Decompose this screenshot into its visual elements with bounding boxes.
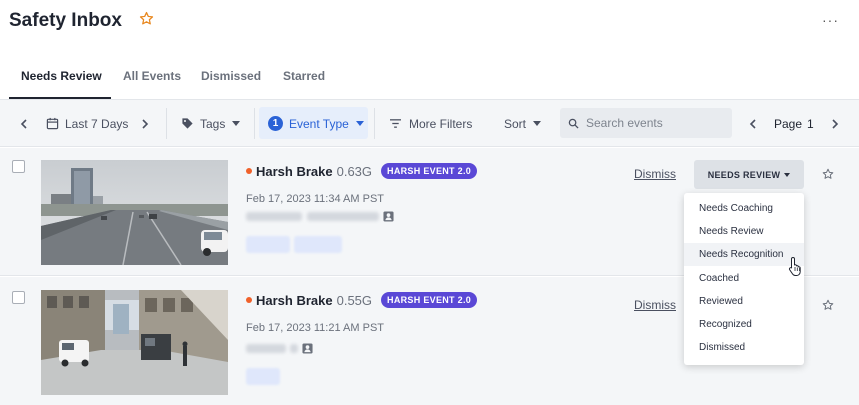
star-icon[interactable] xyxy=(822,299,834,311)
dismiss-button[interactable]: Dismiss xyxy=(634,167,676,181)
page-title: Safety Inbox xyxy=(9,10,122,31)
chevron-left-icon xyxy=(20,118,27,129)
hand-cursor-icon xyxy=(788,256,801,276)
redacted-driver-name xyxy=(246,212,302,221)
filter-lines-icon xyxy=(390,119,401,128)
row-checkbox[interactable] xyxy=(12,160,25,173)
page-number: 1 xyxy=(807,116,814,131)
star-icon[interactable] xyxy=(139,11,154,26)
page-label: Page xyxy=(774,116,803,131)
caret-down-icon xyxy=(355,121,364,126)
tab-all-events[interactable]: All Events xyxy=(123,69,181,83)
review-status-label: NEEDS REVIEW xyxy=(707,169,781,180)
event-type-badge: HARSH EVENT 2.0 xyxy=(381,163,478,179)
menu-item-needs-recognition[interactable]: Needs Recognition xyxy=(684,243,804,266)
tags-label: Tags xyxy=(200,116,226,131)
menu-item-needs-coaching[interactable]: Needs Coaching xyxy=(684,197,804,220)
redacted-tag xyxy=(294,236,342,253)
tab-bar: Needs Review All Events Dismissed Starre… xyxy=(0,58,859,100)
dismiss-button[interactable]: Dismiss xyxy=(634,298,676,312)
dashcam-image xyxy=(41,290,228,395)
event-title: Harsh Brake 0.55G HARSH EVENT 2.0 xyxy=(246,292,478,308)
menu-item-needs-review[interactable]: Needs Review xyxy=(684,220,804,243)
active-tab-indicator xyxy=(9,97,111,99)
search-input[interactable] xyxy=(586,116,726,130)
event-name: Harsh Brake xyxy=(256,163,333,179)
event-name: Harsh Brake xyxy=(256,292,333,308)
tab-dismissed[interactable]: Dismissed xyxy=(201,69,261,83)
event-severity-dot xyxy=(246,297,252,303)
toolbar-divider xyxy=(254,108,255,139)
filter-count-badge: 1 xyxy=(268,116,283,131)
date-prev-button[interactable] xyxy=(18,100,30,147)
tag-icon xyxy=(182,118,193,129)
more-options-icon[interactable]: ··· xyxy=(822,12,839,28)
caret-down-icon xyxy=(232,121,241,126)
redacted-separator xyxy=(290,344,298,353)
menu-item-dismissed[interactable]: Dismissed xyxy=(684,336,804,359)
row-checkbox[interactable] xyxy=(12,291,25,304)
driver-icon xyxy=(383,211,394,222)
more-filters-button[interactable]: More Filters xyxy=(389,100,472,147)
event-thumbnail[interactable] xyxy=(41,290,228,395)
driver-icon xyxy=(302,343,313,354)
page-next-button[interactable] xyxy=(829,100,841,147)
star-icon[interactable] xyxy=(822,168,834,180)
chevron-right-icon xyxy=(832,118,839,129)
event-type-label: Event Type xyxy=(289,116,349,131)
sort-label: Sort xyxy=(504,116,527,131)
sort-button[interactable]: Sort xyxy=(504,100,542,147)
tab-starred[interactable]: Starred xyxy=(283,69,325,83)
filter-toolbar: Last 7 Days Tags 1 Event Type More Filte… xyxy=(0,100,859,147)
tab-needs-review[interactable]: Needs Review xyxy=(21,69,102,83)
menu-item-coached[interactable]: Coached xyxy=(684,267,804,290)
event-thumbnail[interactable] xyxy=(41,160,228,265)
event-g-force: 0.55G xyxy=(336,292,373,308)
chevron-right-icon xyxy=(142,118,149,129)
toolbar-divider xyxy=(374,108,375,139)
page-header: Safety Inbox ··· xyxy=(0,0,859,56)
event-datetime: Feb 17, 2023 11:34 AM PST xyxy=(246,193,384,205)
pagination: Page 1 xyxy=(774,100,814,147)
tags-filter-button[interactable]: Tags xyxy=(181,100,241,147)
dashcam-image xyxy=(41,160,228,265)
caret-down-icon xyxy=(533,121,542,126)
menu-item-recognized[interactable]: Recognized xyxy=(684,313,804,336)
date-range-button[interactable]: Last 7 Days xyxy=(46,100,128,147)
event-type-filter[interactable]: 1 Event Type xyxy=(268,100,364,147)
redacted-tag xyxy=(246,368,280,385)
event-title: Harsh Brake 0.63G HARSH EVENT 2.0 xyxy=(246,163,478,179)
menu-item-reviewed[interactable]: Reviewed xyxy=(684,290,804,313)
event-datetime: Feb 17, 2023 11:21 AM PST xyxy=(246,322,384,334)
caret-down-icon xyxy=(784,172,791,177)
page-prev-button[interactable] xyxy=(747,100,759,147)
date-next-button[interactable] xyxy=(139,100,151,147)
more-filters-label: More Filters xyxy=(409,116,473,131)
review-status-dropdown[interactable]: NEEDS REVIEW xyxy=(694,160,804,189)
redacted-tag xyxy=(246,236,290,253)
review-status-menu: Needs Coaching Needs Review Needs Recogn… xyxy=(684,193,804,365)
event-severity-dot xyxy=(246,168,252,174)
search-box[interactable] xyxy=(560,108,732,138)
date-range-label: Last 7 Days xyxy=(65,116,129,131)
chevron-left-icon xyxy=(749,118,756,129)
event-g-force: 0.63G xyxy=(336,163,373,179)
search-icon xyxy=(568,118,579,129)
toolbar-divider xyxy=(166,108,167,139)
redacted-driver-name xyxy=(246,344,286,353)
calendar-icon xyxy=(46,117,59,130)
redacted-vehicle-name xyxy=(307,212,379,221)
event-type-badge: HARSH EVENT 2.0 xyxy=(381,292,478,308)
